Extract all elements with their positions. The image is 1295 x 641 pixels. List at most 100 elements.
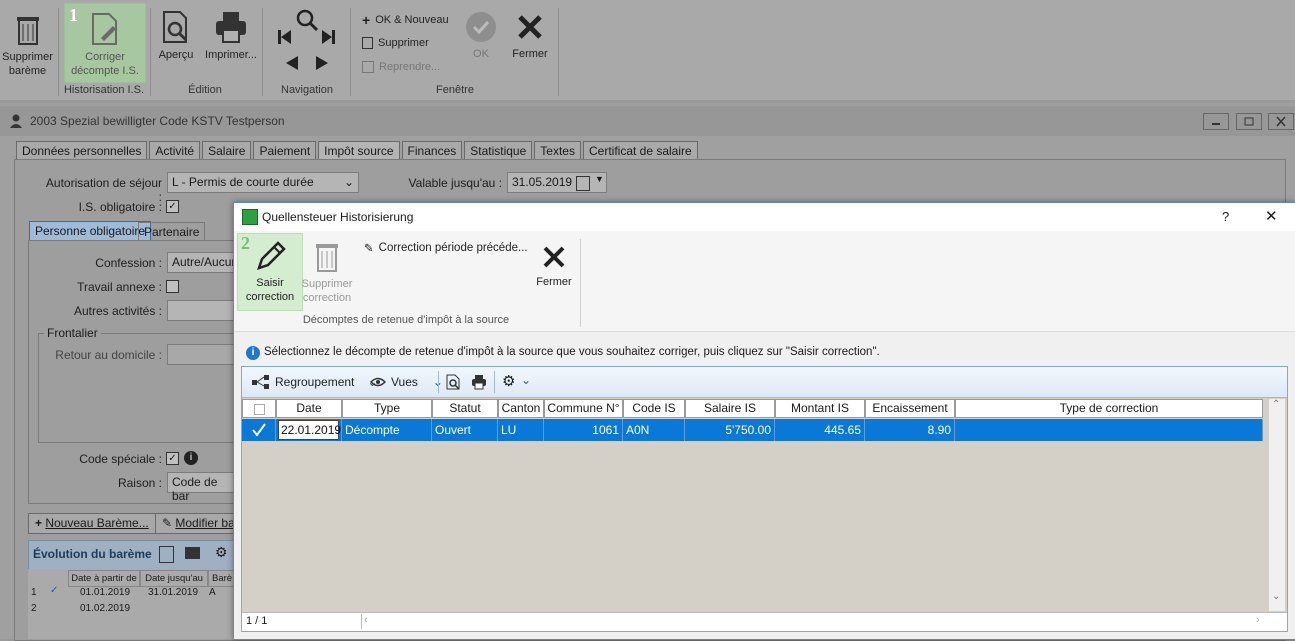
main-ribbon: Supprimer barème 1 Corriger décompte I.S… — [0, 0, 1295, 100]
preview-icon[interactable] — [446, 374, 460, 393]
subtab-personne-obligatoire[interactable]: Personne obligatoire — [29, 221, 152, 241]
col-salaire-is[interactable]: Salaire IS — [685, 399, 775, 418]
imprimer-button[interactable]: Imprimer... — [204, 10, 258, 62]
printer-icon[interactable] — [471, 374, 487, 393]
corriger-decompte-button[interactable]: 1 Corriger décompte I.S. — [64, 3, 146, 83]
chevron-down-icon[interactable]: ⌄ — [521, 373, 531, 387]
row-canton-cell[interactable]: LU — [498, 419, 544, 441]
vues-button[interactable]: Vues⌄ — [370, 375, 443, 389]
supprimer-bareme-button[interactable]: Supprimer barème — [0, 14, 55, 78]
row-date-cell[interactable]: 22.01.2019 — [278, 420, 341, 440]
is-obligatoire-checkbox[interactable]: ✓ — [166, 200, 179, 213]
gear-icon[interactable]: ⚙ — [215, 544, 228, 561]
minimize-button[interactable] — [1203, 113, 1229, 130]
employee-window-title: 2003 Spezial bewilligter Code KSTV Testp… — [30, 114, 285, 128]
col-canton[interactable]: Canton — [498, 399, 544, 418]
autres-activites-input[interactable] — [167, 300, 237, 321]
regroupement-button[interactable]: Regroupement ⌄ — [252, 375, 377, 389]
row-code-is-cell[interactable]: A0N — [623, 419, 685, 441]
travail-annexe-checkbox[interactable] — [166, 280, 179, 293]
dialog-fermer-button[interactable]: Fermer — [532, 243, 576, 289]
col-encaissement-is[interactable]: Encaissement IS — [865, 399, 955, 432]
tab-salaire[interactable]: Salaire — [202, 141, 252, 160]
row-salaire-cell[interactable]: 5'750.00 — [685, 419, 775, 441]
scroll-down-icon[interactable]: ⌄ — [1272, 591, 1280, 602]
correction-periode-button[interactable]: ✎ Correction période précéde... — [364, 241, 528, 255]
tab-finances[interactable]: Finances — [401, 141, 463, 160]
grid-toolbar: Regroupement⌄ Vues⌄ ⚙ ⌄ — [242, 367, 1287, 398]
scroll-left-icon[interactable]: ‹ — [364, 614, 368, 626]
close-x-icon — [518, 15, 542, 39]
code-speciale-checkbox[interactable]: ✓ — [166, 452, 179, 465]
check-circle-icon — [466, 12, 496, 42]
autorisation-select[interactable]: L - Permis de courte durée ⌄ — [167, 172, 359, 193]
main-tabs: Données personnelles Activité Salaire Pa… — [16, 141, 700, 160]
evo-header-to: Date jusqu'au — [140, 570, 208, 587]
help-button[interactable]: ? — [1222, 209, 1229, 224]
plus-icon: + — [362, 12, 371, 28]
info-icon[interactable]: i — [184, 451, 198, 465]
row-type-correction-cell[interactable] — [955, 419, 1263, 441]
select-all-checkbox[interactable] — [253, 404, 265, 415]
row-montant-cell[interactable]: 445.65 — [775, 419, 865, 441]
tab-donnees-personnelles[interactable]: Données personnelles — [16, 141, 148, 160]
col-type[interactable]: Type — [342, 399, 432, 418]
preview-small-icon[interactable] — [159, 546, 174, 563]
row-encaissement-cell[interactable]: 8.90 — [865, 419, 955, 441]
valable-date-input[interactable]: 31.05.2019 ▼ — [507, 172, 607, 193]
employee-window-titlebar: 2003 Spezial bewilligter Code KSTV Testp… — [0, 106, 1295, 136]
ok-nouveau-button[interactable]: + OK & Nouveau — [362, 12, 449, 28]
tab-impot-source[interactable]: Impôt source — [318, 141, 400, 160]
table-row[interactable]: 22.01.2019 Décompte Ouvert LU 1061 A0N 5… — [242, 419, 1263, 441]
valable-label: Valable jusqu'au : — [408, 176, 502, 190]
plus-icon: + — [35, 516, 46, 530]
evo-header-from: Date à partir de — [68, 570, 140, 587]
raison-select[interactable]: Code de bar — [167, 472, 237, 503]
row-commune-cell[interactable]: 1061 — [544, 419, 623, 441]
table-row[interactable]: 1 ✓ 01.01.2019 31.01.2019 A — [28, 585, 238, 601]
col-commune[interactable]: Commune N° — [544, 399, 623, 418]
gear-icon[interactable]: ⚙ — [502, 372, 515, 390]
tab-activite[interactable]: Activité — [149, 141, 201, 160]
scroll-right-icon[interactable]: › — [1256, 614, 1260, 626]
row-check-icon[interactable] — [242, 419, 276, 441]
supprimer-small-button[interactable]: Supprimer — [362, 37, 429, 49]
trash-small-icon — [362, 37, 373, 49]
confession-select[interactable]: Autre/Aucun — [167, 252, 238, 273]
col-type-correction[interactable]: Type de correction — [955, 399, 1263, 418]
col-code-is[interactable]: Code IS — [623, 399, 685, 418]
pencil-icon — [257, 241, 286, 270]
tab-textes[interactable]: Textes — [534, 141, 581, 160]
tab-certificat-salaire[interactable]: Certificat de salaire — [582, 141, 698, 160]
printer-small-icon[interactable] — [185, 547, 200, 559]
retour-label: Retour au domicile : — [55, 348, 162, 362]
calendar-icon — [576, 176, 590, 191]
scroll-up-icon[interactable]: ⌃ — [1272, 399, 1280, 410]
supprimer-correction-button[interactable]: Supprimer correction — [300, 241, 354, 305]
col-date[interactable]: Date — [276, 399, 342, 418]
maximize-button[interactable] — [1236, 113, 1262, 130]
tab-statistique[interactable]: Statistique — [464, 141, 533, 160]
row-type-cell[interactable]: Décompte — [342, 419, 432, 441]
person-icon — [10, 114, 22, 131]
select-all-header[interactable] — [242, 399, 276, 418]
apercu-button[interactable]: Aperçu — [155, 10, 197, 62]
vertical-scrollbar[interactable]: ⌃ ⌄ — [1269, 399, 1285, 611]
col-montant-is[interactable]: Montant IS — [775, 399, 865, 418]
window-close-button[interactable] — [1268, 113, 1294, 130]
nouveau-bareme-button[interactable]: + Nouveau Barème... — [28, 513, 156, 534]
tab-paiement[interactable]: Paiement — [253, 141, 317, 160]
fermer-button[interactable]: Fermer — [510, 11, 550, 61]
dialog-close-button[interactable]: ✕ — [1265, 207, 1278, 225]
raison-label: Raison : — [117, 476, 162, 490]
row-statut-cell[interactable]: Ouvert — [432, 419, 498, 441]
frontalier-label: Frontalier — [44, 326, 101, 340]
retour-input[interactable] — [167, 344, 237, 365]
ok-button[interactable]: OK — [462, 11, 500, 61]
reprendre-button[interactable]: Reprendre... — [362, 61, 440, 73]
table-row[interactable]: 2 01.02.2019 — [28, 603, 238, 617]
eye-icon — [370, 377, 386, 387]
saisir-correction-button[interactable]: 2 Saisir correction — [237, 233, 303, 311]
subtab-partenaire[interactable]: Partenaire — [138, 222, 206, 241]
col-statut[interactable]: Statut — [432, 399, 498, 418]
